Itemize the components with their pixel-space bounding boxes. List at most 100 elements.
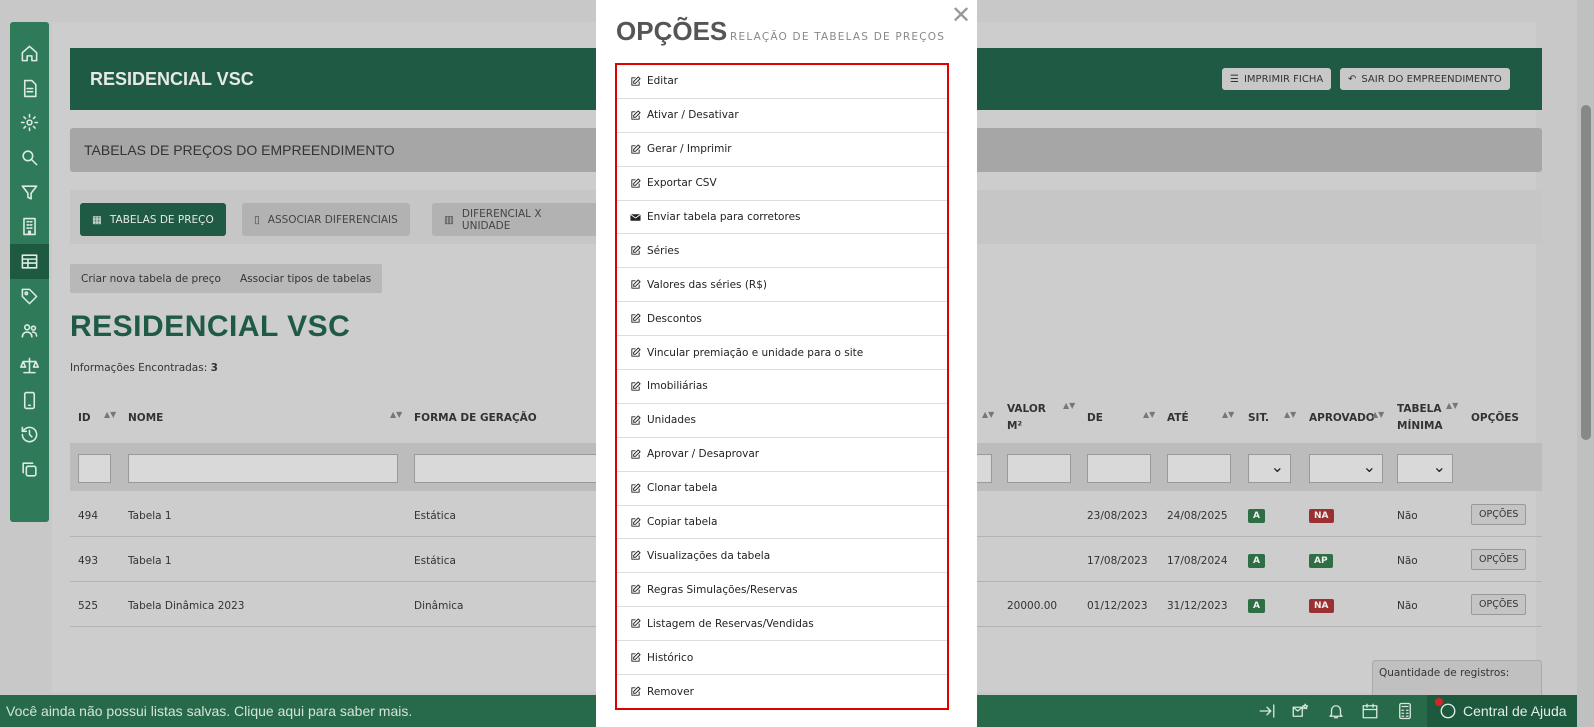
new-table-button[interactable]: Criar nova tabela de preço (70, 264, 232, 293)
filter-aprovado-select[interactable] (1309, 454, 1383, 483)
records-label: Quantidade de registros: (1379, 667, 1510, 679)
sort-icon[interactable]: ▲▼ (104, 410, 116, 419)
sort-icon[interactable]: ▲▼ (1143, 410, 1155, 419)
header-id[interactable]: ID (78, 410, 91, 427)
header-tabela-minima[interactable]: TABELA MÍNIMA (1397, 401, 1443, 435)
arrow-right-to-line-icon[interactable] (1256, 700, 1278, 722)
menu-item-label: Clonar tabela (647, 482, 718, 495)
sort-icon[interactable]: ▲▼ (1284, 410, 1296, 419)
menu-item-clonar-tabela[interactable]: Clonar tabela (617, 472, 947, 506)
sort-icon[interactable]: ▲▼ (1222, 410, 1234, 419)
filter-minima-select[interactable] (1397, 454, 1453, 483)
menu-item-descontos[interactable]: Descontos (617, 302, 947, 337)
status-badge: A (1248, 599, 1265, 613)
edit-icon (631, 652, 641, 662)
menu-item-editar[interactable]: Editar (617, 65, 947, 99)
menu-item-label: Visualizações da tabela (647, 549, 771, 562)
saved-lists-message[interactable]: Você ainda não possui listas salvas. Cli… (6, 703, 412, 719)
bell-icon[interactable] (1325, 700, 1347, 722)
status-badge: A (1248, 554, 1265, 568)
menu-item-valores-series[interactable]: Valores das séries (R$) (617, 268, 947, 303)
menu-item-enviar-tabela[interactable]: Enviar tabela para corretores (617, 201, 947, 235)
history-icon[interactable] (10, 418, 49, 453)
menu-item-historico[interactable]: Histórico (617, 641, 947, 676)
page-title: RESIDENCIAL VSC (70, 310, 351, 343)
search-icon[interactable] (10, 140, 49, 175)
filter-icon[interactable] (10, 175, 49, 210)
options-button[interactable]: OPÇÕES (1471, 594, 1527, 615)
menu-item-vincular-premiacao[interactable]: Vincular premiação e unidade para o site (617, 336, 947, 371)
sort-icon[interactable]: ▲▼ (390, 410, 402, 419)
header-de[interactable]: DE (1087, 410, 1103, 427)
sort-icon[interactable]: ▲▼ (1063, 401, 1075, 410)
menu-item-remover[interactable]: Remover (617, 675, 947, 709)
assoc-types-button[interactable]: Associar tipos de tabelas (229, 264, 383, 293)
home-icon[interactable] (10, 36, 49, 71)
edit-icon (631, 110, 641, 120)
help-center-label: Central de Ajuda (1463, 703, 1567, 719)
close-icon[interactable]: ✕ (951, 1, 971, 29)
header-nome[interactable]: NOME (128, 410, 163, 427)
print-button[interactable]: ☰ IMPRIMIR FICHA (1222, 68, 1332, 90)
tag-icon[interactable] (10, 279, 49, 314)
menu-item-listagem-reservas[interactable]: Listagem de Reservas/Vendidas (617, 607, 947, 642)
sort-icon[interactable]: ▲▼ (1372, 410, 1384, 419)
header-valor-m2[interactable]: VALOR M² (1007, 401, 1046, 435)
header-forma[interactable]: FORMA DE GERAÇÃO (414, 410, 537, 427)
menu-item-regras-simulacoes[interactable]: Regras Simulações/Reservas (617, 573, 947, 608)
header-sit[interactable]: SIT. (1248, 410, 1269, 427)
filter-ate-input[interactable] (1167, 454, 1231, 483)
tab-diferencial-x-unidade[interactable]: ▥ DIFERENCIAL X UNIDADE (432, 203, 598, 236)
tab-label: TABELAS DE PREÇO (109, 213, 214, 226)
results-count: 3 (210, 362, 218, 374)
mobile-icon[interactable] (10, 383, 49, 418)
filter-id-input[interactable] (78, 454, 111, 483)
edit-icon (631, 449, 641, 459)
menu-item-gerar-imprimir[interactable]: Gerar / Imprimir (617, 133, 947, 167)
options-button[interactable]: OPÇÕES (1471, 504, 1527, 525)
scale-icon[interactable] (10, 348, 49, 383)
help-center-button[interactable]: Central de Ajuda (1427, 695, 1577, 727)
records-per-page[interactable]: Quantidade de registros: (1372, 660, 1542, 700)
cell-nome: Tabela 1 (128, 555, 172, 567)
page-scrollbar[interactable] (1577, 0, 1594, 727)
filter-forma-input[interactable] (414, 454, 604, 483)
users-icon[interactable] (10, 314, 49, 349)
options-button[interactable]: OPÇÕES (1471, 549, 1527, 570)
filter-nome-input[interactable] (128, 454, 398, 483)
filter-sit-select[interactable] (1248, 454, 1291, 483)
sort-icon[interactable]: ▲▼ (982, 410, 994, 419)
envelope-star-icon[interactable] (1289, 700, 1311, 722)
scroll-thumb[interactable] (1581, 105, 1591, 440)
gear-icon[interactable] (10, 105, 49, 140)
menu-item-visualizacoes[interactable]: Visualizações da tabela (617, 539, 947, 574)
calculator-icon[interactable] (1394, 700, 1416, 722)
menu-item-exportar-csv[interactable]: Exportar CSV (617, 167, 947, 201)
filter-de-input[interactable] (1087, 454, 1151, 483)
sort-icon[interactable]: ▲▼ (1446, 401, 1458, 410)
edit-icon (631, 76, 641, 86)
filter-valor-input[interactable] (1007, 454, 1071, 483)
menu-item-ativar-desativar[interactable]: Ativar / Desativar (617, 99, 947, 133)
menu-item-copiar-tabela[interactable]: Copiar tabela (617, 506, 947, 540)
table-icon: ▦ (92, 213, 102, 226)
exit-button[interactable]: ↶ SAIR DO EMPREENDIMENTO (1340, 68, 1510, 90)
menu-item-label: Enviar tabela para corretores (647, 211, 801, 223)
menu-item-imobiliarias[interactable]: Imobiliárias (617, 370, 947, 404)
menu-item-label: Gerar / Imprimir (647, 143, 732, 156)
calendar-icon[interactable] (1359, 700, 1381, 722)
reply-icon: ↶ (1348, 73, 1357, 85)
tab-associar-diferenciais[interactable]: ▯ ASSOCIAR DIFERENCIAIS (242, 203, 410, 236)
header-aprovado[interactable]: APROVADO (1309, 410, 1375, 427)
tab-tabelas-de-preco[interactable]: ▦ TABELAS DE PREÇO (80, 203, 226, 236)
document-icon[interactable] (10, 71, 49, 106)
menu-item-unidades[interactable]: Unidades (617, 404, 947, 438)
edit-icon (631, 381, 641, 391)
menu-item-aprovar-desaprovar[interactable]: Aprovar / Desaprovar (617, 438, 947, 472)
header-valor-line2: M² (1007, 420, 1023, 432)
header-ate[interactable]: ATÉ (1167, 410, 1189, 427)
menu-item-series[interactable]: Séries (617, 234, 947, 269)
copy-icon[interactable] (10, 452, 49, 487)
table-icon[interactable] (10, 244, 49, 279)
building-icon[interactable] (10, 209, 49, 244)
